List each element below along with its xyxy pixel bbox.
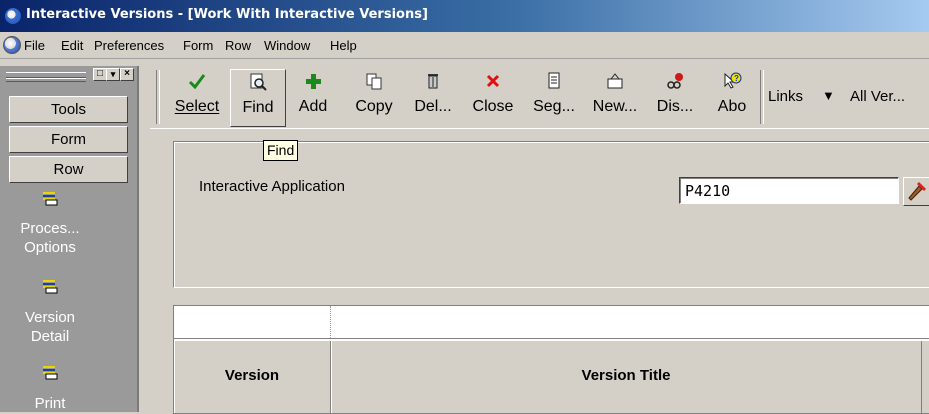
new-folder-icon	[607, 73, 623, 89]
title-bar: Interactive Versions - [Work With Intera…	[0, 0, 929, 32]
version-title-column-header[interactable]: Version Title	[331, 341, 922, 413]
grid-column-divider	[330, 306, 332, 338]
links-label[interactable]: Links	[768, 88, 803, 105]
find-label: Find	[242, 99, 274, 116]
copy-button[interactable]: Copy	[346, 69, 402, 125]
print-link[interactable]: Print	[0, 394, 100, 413]
close-panel-icon[interactable]: ×	[120, 68, 134, 81]
processing-options-link[interactable]: Proces... Options	[0, 219, 100, 257]
toolbar-separator	[156, 70, 160, 124]
close-icon	[486, 74, 500, 88]
display-label: Dis...	[656, 98, 694, 115]
form-button[interactable]: Form	[9, 126, 128, 153]
menu-row[interactable]: Row	[225, 38, 251, 53]
processing-options-label-1: Proces...	[20, 220, 80, 237]
about-button[interactable]: ? Abo	[708, 69, 756, 125]
new-button[interactable]: New...	[586, 69, 644, 125]
version-detail-icon[interactable]	[42, 278, 58, 294]
close-button[interactable]: Close	[464, 69, 522, 125]
grid-row-separator	[174, 338, 929, 339]
visual-assist-button[interactable]	[903, 177, 929, 206]
print-label: Print	[34, 395, 66, 412]
flashlight-icon	[908, 181, 927, 201]
menu-help[interactable]: Help	[330, 38, 357, 53]
panel-grip-line	[6, 78, 86, 82]
copy-icon	[366, 73, 382, 90]
criteria-box	[173, 141, 929, 288]
version-detail-label-2: Detail	[30, 328, 70, 345]
versions-grid: Version Version Title	[173, 305, 929, 414]
window-title: Interactive Versions - [Work With Intera…	[26, 7, 428, 22]
display-icon	[667, 73, 683, 89]
print-icon[interactable]	[42, 364, 58, 380]
find-icon	[250, 73, 267, 91]
menu-file[interactable]: File	[24, 38, 45, 53]
version-detail-label-1: Version	[24, 309, 76, 326]
display-button[interactable]: Dis...	[648, 69, 702, 125]
exit-bar-panel: □ ▾ × Tools Form Row Proces... Options V…	[0, 66, 139, 412]
dock-icon[interactable]: ▾	[106, 68, 120, 81]
processing-options-icon[interactable]	[42, 190, 58, 206]
menu-bar: File Edit Preferences Form Row Window He…	[0, 32, 929, 59]
copy-label: Copy	[355, 98, 393, 115]
checkmark-icon	[188, 74, 206, 90]
processing-options-label-2: Options	[24, 239, 76, 256]
version-column-header[interactable]: Version	[174, 341, 331, 413]
dropdown-arrow-icon[interactable]: ▼	[822, 88, 835, 103]
select-button[interactable]: Select	[170, 69, 224, 125]
system-menu-icon[interactable]	[3, 36, 21, 54]
about-icon: ?	[724, 72, 742, 89]
tools-button[interactable]: Tools	[9, 96, 128, 123]
about-label: Abo	[717, 98, 747, 115]
restore-icon[interactable]: □	[93, 68, 107, 81]
menu-window[interactable]: Window	[264, 38, 310, 53]
find-button[interactable]: Find	[230, 69, 286, 127]
delete-label: Del...	[414, 98, 452, 115]
add-button[interactable]: Add	[288, 69, 338, 125]
delete-button[interactable]: Del...	[408, 69, 458, 125]
interactive-application-input[interactable]: P4210	[679, 177, 899, 204]
version-detail-link[interactable]: Version Detail	[0, 308, 100, 346]
menu-preferences[interactable]: Preferences	[94, 38, 164, 53]
grid-header: Version Version Title	[174, 340, 929, 413]
toolbar: Select Find Add Copy Del... Close Seg...…	[150, 66, 929, 129]
svg-text:?: ?	[734, 74, 739, 83]
menu-edit[interactable]: Edit	[61, 38, 83, 53]
all-versions-label[interactable]: All Ver...	[850, 88, 905, 105]
row-button[interactable]: Row	[9, 156, 128, 183]
menu-form[interactable]: Form	[183, 38, 213, 53]
add-label: Add	[298, 98, 328, 115]
segment-button[interactable]: Seg...	[526, 69, 582, 125]
new-label: New...	[592, 98, 638, 115]
interactive-application-label: Interactive Application	[199, 178, 345, 195]
segment-label: Seg...	[533, 98, 575, 115]
select-label: Select	[174, 98, 220, 115]
app-globe-icon	[4, 7, 22, 25]
close-label: Close	[472, 98, 514, 115]
find-tooltip: Find	[263, 140, 299, 161]
trash-icon	[428, 74, 438, 89]
plus-icon	[306, 74, 321, 89]
toolbar-separator-2	[760, 70, 764, 124]
segment-icon	[548, 72, 560, 89]
